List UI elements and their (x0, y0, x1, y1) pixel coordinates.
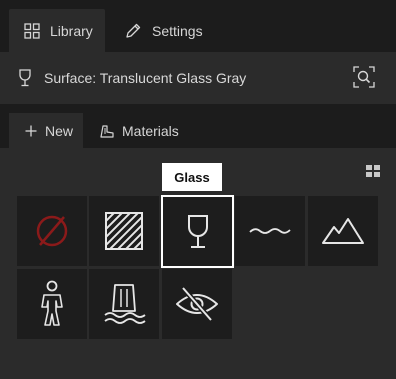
waterfall-icon (104, 284, 146, 324)
tab-settings-label: Settings (152, 22, 203, 39)
surface-label: Surface: Translucent Glass Gray (44, 70, 247, 86)
water-wave-icon (249, 228, 291, 234)
wine-glass-icon (19, 69, 31, 87)
tab-materials[interactable]: Materials (100, 113, 179, 148)
tile-hatch[interactable] (89, 196, 159, 266)
tab-settings[interactable]: Settings (123, 9, 203, 52)
tile-waterfall[interactable] (89, 269, 159, 339)
surface-row: Surface: Translucent Glass Gray (0, 52, 396, 104)
grid-view-icon-cell (366, 172, 372, 177)
search-surface-button[interactable] (353, 66, 375, 88)
tile-hidden[interactable] (162, 269, 232, 339)
none-icon (36, 215, 68, 247)
hatch-icon (105, 212, 143, 250)
hidden-eye-icon (176, 286, 218, 322)
tile-terrain[interactable] (308, 196, 378, 266)
grid-view-icon-cell (374, 172, 380, 177)
plus-icon (25, 125, 37, 136)
grid-icon (24, 22, 40, 39)
search-icon (353, 66, 375, 88)
tile-person[interactable] (17, 269, 87, 339)
tab-new-label: New (45, 122, 74, 139)
materials-icon (100, 124, 114, 138)
grid-view-icon-cell (374, 165, 380, 170)
mountain-icon (322, 218, 364, 244)
tile-water[interactable] (235, 196, 305, 266)
glass-icon (187, 214, 208, 248)
person-icon (41, 280, 63, 326)
tile-none[interactable] (17, 196, 87, 266)
tooltip: Glass (162, 163, 222, 191)
top-tab-bar: Library Settings (0, 0, 396, 52)
tab-library-label: Library (50, 22, 93, 39)
tab-materials-label: Materials (122, 122, 179, 139)
grid-view-toggle[interactable] (366, 165, 380, 177)
pencil-icon (126, 23, 141, 38)
tab-new[interactable]: New (9, 113, 83, 148)
sub-tab-bar: New Materials (0, 104, 396, 148)
tab-library[interactable]: Library (9, 9, 105, 52)
tile-glass[interactable] (161, 195, 234, 268)
grid-view-icon (366, 165, 372, 170)
